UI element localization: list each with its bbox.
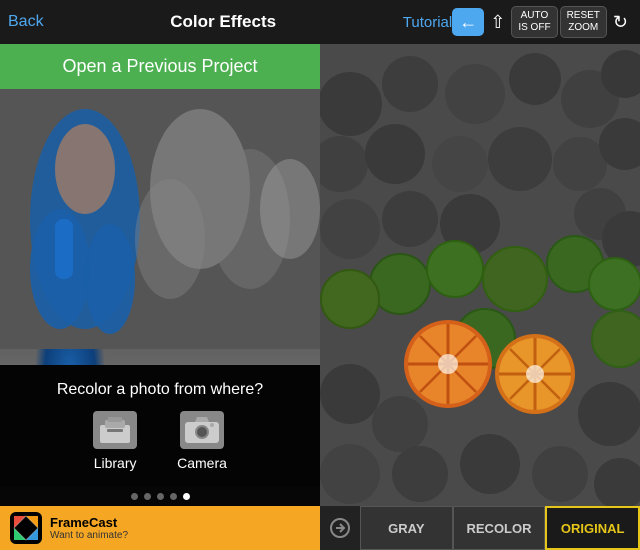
photo-area: [0, 89, 320, 365]
citrus-photo: [320, 44, 640, 506]
nav-actions: ← ⇧ AUTO IS OFF RESET ZOOM ↻: [452, 6, 632, 38]
reset-zoom-button[interactable]: RESET ZOOM: [560, 6, 607, 38]
framecast-subtitle: Want to animate?: [50, 530, 128, 541]
tutorial-button[interactable]: Tutorial: [403, 14, 452, 31]
right-panel: GRAY RECOLOR ORIGINAL: [320, 44, 640, 550]
dot-2[interactable]: [144, 493, 151, 500]
camera-icon: [180, 411, 224, 449]
dot-5[interactable]: [183, 493, 190, 500]
pagination-dots: [0, 487, 320, 506]
nav-title: Color Effects: [44, 12, 403, 32]
recolor-button[interactable]: RECOLOR: [453, 506, 546, 550]
recolor-options: Library Camera: [16, 411, 304, 471]
back-arrow-icon[interactable]: ←: [452, 8, 484, 36]
recolor-title: Recolor a photo from where?: [16, 381, 304, 399]
library-label: Library: [94, 455, 137, 471]
dot-3[interactable]: [157, 493, 164, 500]
nav-bar: Back Color Effects Tutorial ← ⇧ AUTO IS …: [0, 0, 640, 44]
framecast-name: FrameCast: [50, 515, 128, 530]
camera-label: Camera: [177, 455, 227, 471]
gray-button[interactable]: GRAY: [360, 506, 453, 550]
library-option[interactable]: Library: [93, 411, 137, 471]
share-button[interactable]: ⇧: [486, 8, 509, 37]
library-icon: [93, 411, 137, 449]
recolor-section: Recolor a photo from where? Library: [0, 365, 320, 487]
left-panel: Open a Previous Project: [0, 44, 320, 550]
citrus-svg: [320, 44, 640, 506]
framecast-banner[interactable]: FrameCast Want to animate?: [0, 506, 320, 550]
open-previous-button[interactable]: Open a Previous Project: [0, 44, 320, 89]
framecast-text: FrameCast Want to animate?: [50, 515, 128, 541]
bottom-toolbar: GRAY RECOLOR ORIGINAL: [320, 506, 640, 550]
back-button[interactable]: Back: [8, 13, 44, 31]
photo-canvas: [0, 89, 320, 365]
framecast-logo: [10, 512, 42, 544]
dot-1[interactable]: [131, 493, 138, 500]
photo-overlay: [0, 89, 320, 349]
auto-off-button[interactable]: AUTO IS OFF: [511, 6, 557, 38]
main-content: Open a Previous Project: [0, 44, 640, 550]
original-button[interactable]: ORIGINAL: [545, 506, 640, 550]
tool-left-icon[interactable]: [320, 506, 360, 550]
dot-4[interactable]: [170, 493, 177, 500]
refresh-button[interactable]: ↻: [609, 8, 632, 37]
nav-left: Back: [8, 13, 44, 31]
citrus-canvas: [320, 44, 640, 506]
camera-option[interactable]: Camera: [177, 411, 227, 471]
